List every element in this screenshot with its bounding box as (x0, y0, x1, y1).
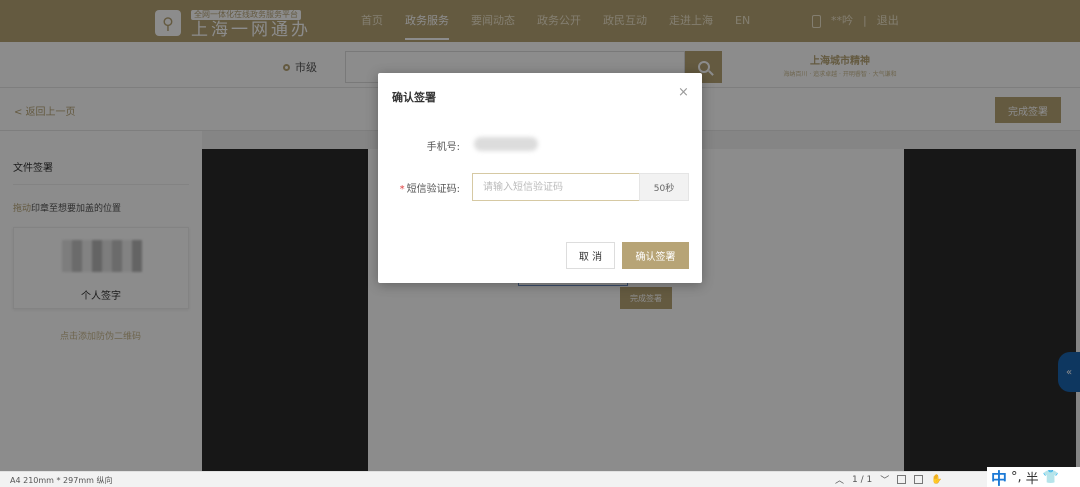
pager: ︿ 1 / 1 ﹀ ✋ (835, 473, 942, 487)
page-indicator: 1 / 1 (852, 474, 873, 485)
ime-width-toggle[interactable]: 半 (1026, 468, 1039, 487)
sms-countdown: 50秒 (639, 173, 689, 201)
hand-tool-icon[interactable]: ✋ (931, 475, 942, 485)
confirm-sign-button[interactable]: 确认签署 (622, 242, 689, 269)
cancel-button[interactable]: 取 消 (566, 242, 615, 269)
ime-punctuation-toggle[interactable]: °, (1011, 470, 1022, 485)
viewer-status-bar: A4 210mm * 297mm 纵向 ︿ 1 / 1 ﹀ ✋ (0, 471, 1080, 487)
fit-width-icon[interactable] (914, 475, 924, 484)
ime-toolbar: 中 °, 半 👕 (987, 467, 1080, 487)
ime-language-toggle[interactable]: 中 (991, 465, 1007, 487)
confirm-sign-dialog: 确认签署 × 手机号: *短信验证码: 50秒 取 消 确认签署 (378, 73, 702, 283)
fit-page-icon[interactable] (897, 475, 907, 484)
close-icon[interactable]: × (678, 85, 689, 100)
paper-info: A4 210mm * 297mm 纵向 (10, 476, 113, 485)
required-marker: * (399, 184, 405, 195)
sms-code-input[interactable] (472, 173, 640, 201)
dialog-title: 确认签署 (392, 91, 436, 104)
ime-skin-icon[interactable]: 👕 (1043, 470, 1059, 485)
page-up-icon[interactable]: ︿ (835, 473, 844, 486)
sms-code-label: * 短信验证码: (378, 180, 460, 195)
page-down-icon[interactable]: ﹀ (880, 473, 889, 486)
phone-number-masked (474, 137, 538, 151)
sms-code-label-text: 短信验证码: (406, 184, 460, 195)
phone-label: 手机号: (426, 142, 460, 153)
